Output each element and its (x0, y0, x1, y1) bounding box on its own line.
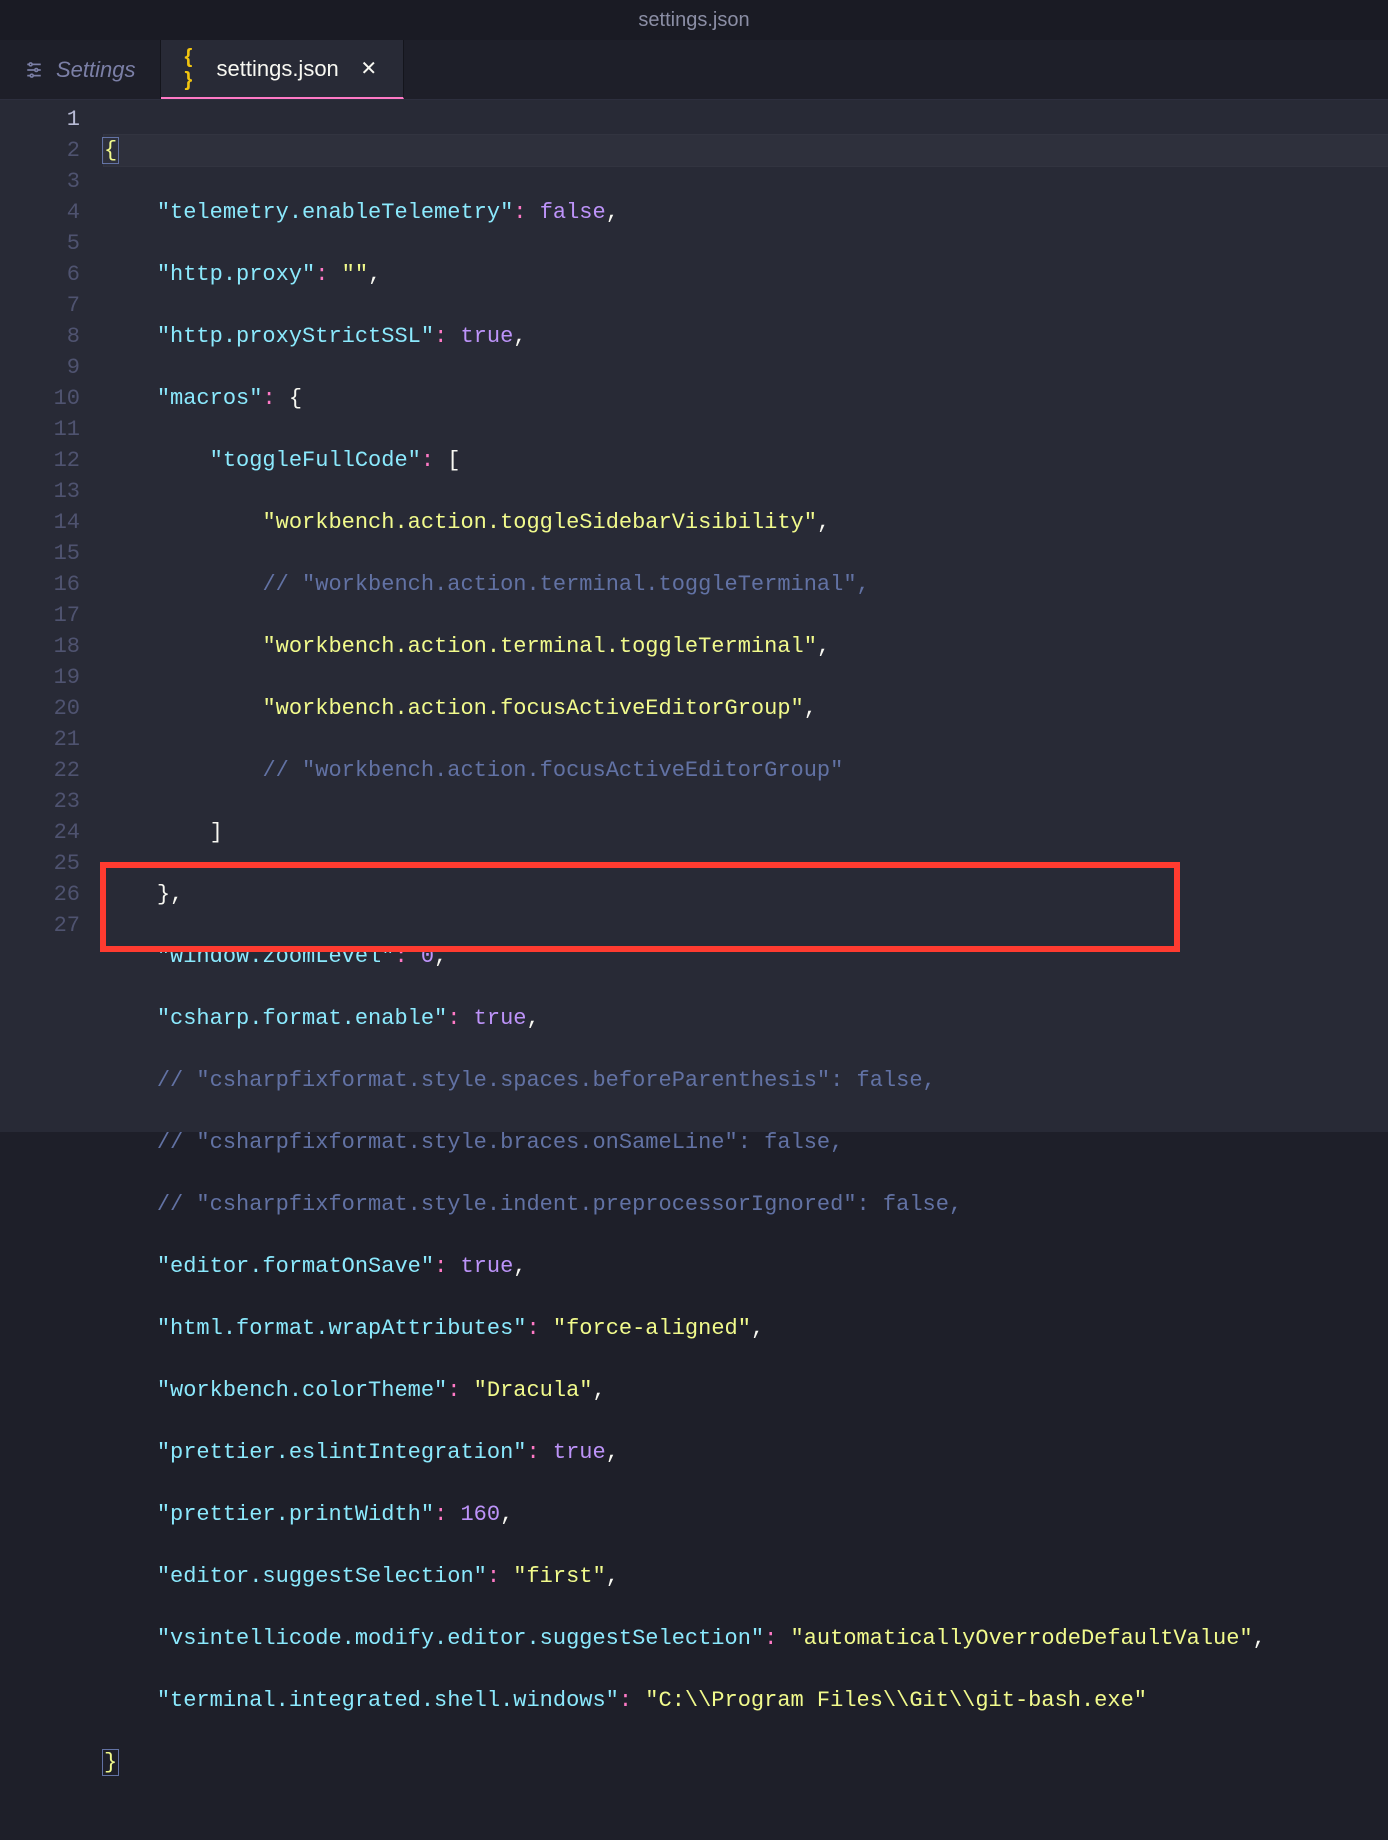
settings-list-icon (24, 60, 44, 80)
json-braces-icon: { } (185, 59, 205, 79)
editor-tabs: Settings { } settings.json ✕ (0, 40, 1388, 100)
code-line: "workbench.action.terminal.toggleTermina… (104, 631, 1388, 662)
code-line: "http.proxyStrictSSL": true, (104, 321, 1388, 352)
code-line: "telemetry.enableTelemetry": false, (104, 197, 1388, 228)
code-line: ] (104, 817, 1388, 848)
code-line: "editor.formatOnSave": true, (104, 1251, 1388, 1282)
code-line: "workbench.colorTheme": "Dracula", (104, 1375, 1388, 1406)
line-number-gutter: 12345 678910 1112131415 1617181920 21222… (0, 100, 104, 1132)
code-line: } (104, 1747, 1388, 1778)
tab-settings-label: Settings (56, 57, 136, 83)
code-line: "terminal.integrated.shell.windows": "C:… (104, 1685, 1388, 1716)
code-line: "editor.suggestSelection": "first", (104, 1561, 1388, 1592)
code-line: "window.zoomLevel": 0, (104, 941, 1388, 972)
tab-settings-json[interactable]: { } settings.json ✕ (161, 40, 404, 99)
code-line: "macros": { (104, 383, 1388, 414)
code-content[interactable]: { "telemetry.enableTelemetry": false, "h… (104, 100, 1388, 1132)
code-line: // "csharpfixformat.style.indent.preproc… (104, 1189, 1388, 1220)
code-line: "toggleFullCode": [ (104, 445, 1388, 476)
code-line: "csharp.format.enable": true, (104, 1003, 1388, 1034)
close-icon[interactable]: ✕ (359, 56, 379, 81)
code-line: { (104, 135, 1388, 166)
window-title-bar: settings.json (0, 0, 1388, 40)
code-line: "workbench.action.focusActiveEditorGroup… (104, 693, 1388, 724)
code-line: "prettier.eslintIntegration": true, (104, 1437, 1388, 1468)
window-title: settings.json (638, 9, 749, 32)
code-line: // "csharpfixformat.style.spaces.beforeP… (104, 1065, 1388, 1096)
code-line: "workbench.action.toggleSidebarVisibilit… (104, 507, 1388, 538)
code-line: // "workbench.action.focusActiveEditorGr… (104, 755, 1388, 786)
code-line: }, (104, 879, 1388, 910)
tab-settings-json-label: settings.json (217, 56, 339, 82)
tab-settings[interactable]: Settings (0, 40, 161, 99)
code-line: "html.format.wrapAttributes": "force-ali… (104, 1313, 1388, 1344)
code-line: "prettier.printWidth": 160, (104, 1499, 1388, 1530)
code-line: // "workbench.action.terminal.toggleTerm… (104, 569, 1388, 600)
code-line: "vsintellicode.modify.editor.suggestSele… (104, 1623, 1388, 1654)
editor[interactable]: 12345 678910 1112131415 1617181920 21222… (0, 100, 1388, 1132)
code-line: "http.proxy": "", (104, 259, 1388, 290)
